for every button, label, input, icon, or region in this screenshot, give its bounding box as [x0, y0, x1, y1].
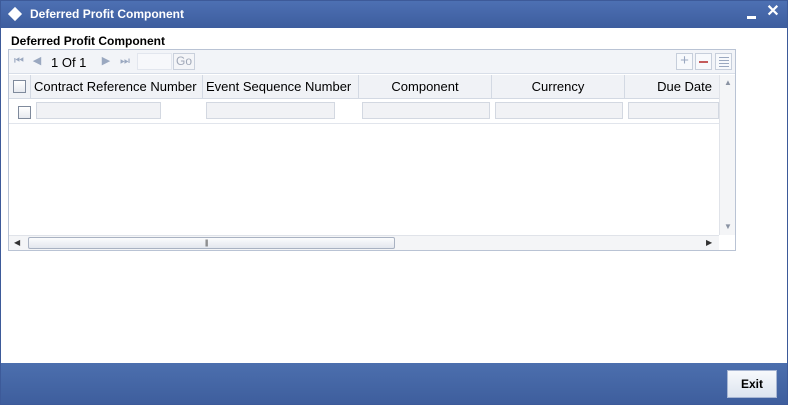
- scroll-up-icon[interactable]: ▲: [724, 78, 732, 87]
- column-header-currency[interactable]: Currency: [492, 75, 625, 99]
- app-diamond-icon: [7, 6, 23, 22]
- footer-bar: Exit: [1, 363, 787, 404]
- deferred-profit-component-window: Deferred Profit Component ✕ Deferred Pro…: [0, 0, 788, 405]
- first-page-icon[interactable]: ⏮: [13, 54, 25, 68]
- title-bar[interactable]: Deferred Profit Component ✕: [1, 1, 787, 28]
- single-record-view-button[interactable]: [715, 53, 732, 70]
- scroll-right-icon[interactable]: ▶: [706, 238, 712, 247]
- page-number-input[interactable]: [137, 53, 172, 70]
- next-page-icon[interactable]: ▶: [100, 54, 112, 68]
- column-header-component[interactable]: Component: [359, 75, 492, 99]
- grid-pager: ⏮ ◀ 1 Of 1 ▶ ⏭ Go +: [9, 50, 735, 74]
- scroll-left-icon[interactable]: ◀: [14, 238, 20, 247]
- delete-row-icon: [699, 61, 708, 63]
- contract-reference-number-field[interactable]: [36, 102, 161, 119]
- horizontal-scrollbar[interactable]: ◀ ||| ▶: [9, 235, 719, 250]
- component-field[interactable]: [362, 102, 490, 119]
- currency-field[interactable]: [495, 102, 623, 119]
- column-header-event-sequence-number[interactable]: Event Sequence Number: [203, 75, 359, 99]
- column-header-due-date[interactable]: Due Date: [625, 75, 719, 99]
- scroll-down-icon[interactable]: ▼: [724, 222, 732, 231]
- vertical-scrollbar[interactable]: ▲ ▼: [719, 75, 735, 235]
- go-button[interactable]: Go: [173, 53, 195, 70]
- grid-header-row: Contract Reference Number Event Sequence…: [9, 75, 719, 99]
- minimize-icon: [747, 16, 756, 19]
- add-row-button[interactable]: +: [676, 53, 693, 70]
- window-title: Deferred Profit Component: [30, 7, 185, 21]
- column-header-contract-reference-number[interactable]: Contract Reference Number: [31, 75, 203, 99]
- add-row-icon: +: [680, 52, 689, 69]
- close-icon: ✕: [766, 3, 780, 20]
- grip-icon: |||: [205, 240, 209, 247]
- deferred-profit-grid: ⏮ ◀ 1 Of 1 ▶ ⏭ Go + Contract Reference N…: [8, 49, 736, 251]
- minimize-button[interactable]: [743, 4, 761, 22]
- delete-row-button[interactable]: [695, 53, 712, 70]
- event-sequence-number-field[interactable]: [206, 102, 335, 119]
- table-row: [9, 100, 719, 124]
- due-date-field[interactable]: [628, 102, 719, 119]
- select-all-checkbox[interactable]: [13, 80, 26, 93]
- horizontal-scroll-thumb[interactable]: |||: [28, 237, 395, 249]
- last-page-icon[interactable]: ⏭: [119, 54, 131, 68]
- exit-button[interactable]: Exit: [727, 370, 777, 398]
- page-indicator: 1 Of 1: [51, 55, 87, 70]
- close-button[interactable]: ✕: [764, 4, 782, 22]
- section-title: Deferred Profit Component: [11, 34, 166, 48]
- row-select-checkbox[interactable]: [18, 106, 31, 119]
- select-all-cell: [9, 75, 31, 99]
- previous-page-icon[interactable]: ◀: [31, 54, 43, 68]
